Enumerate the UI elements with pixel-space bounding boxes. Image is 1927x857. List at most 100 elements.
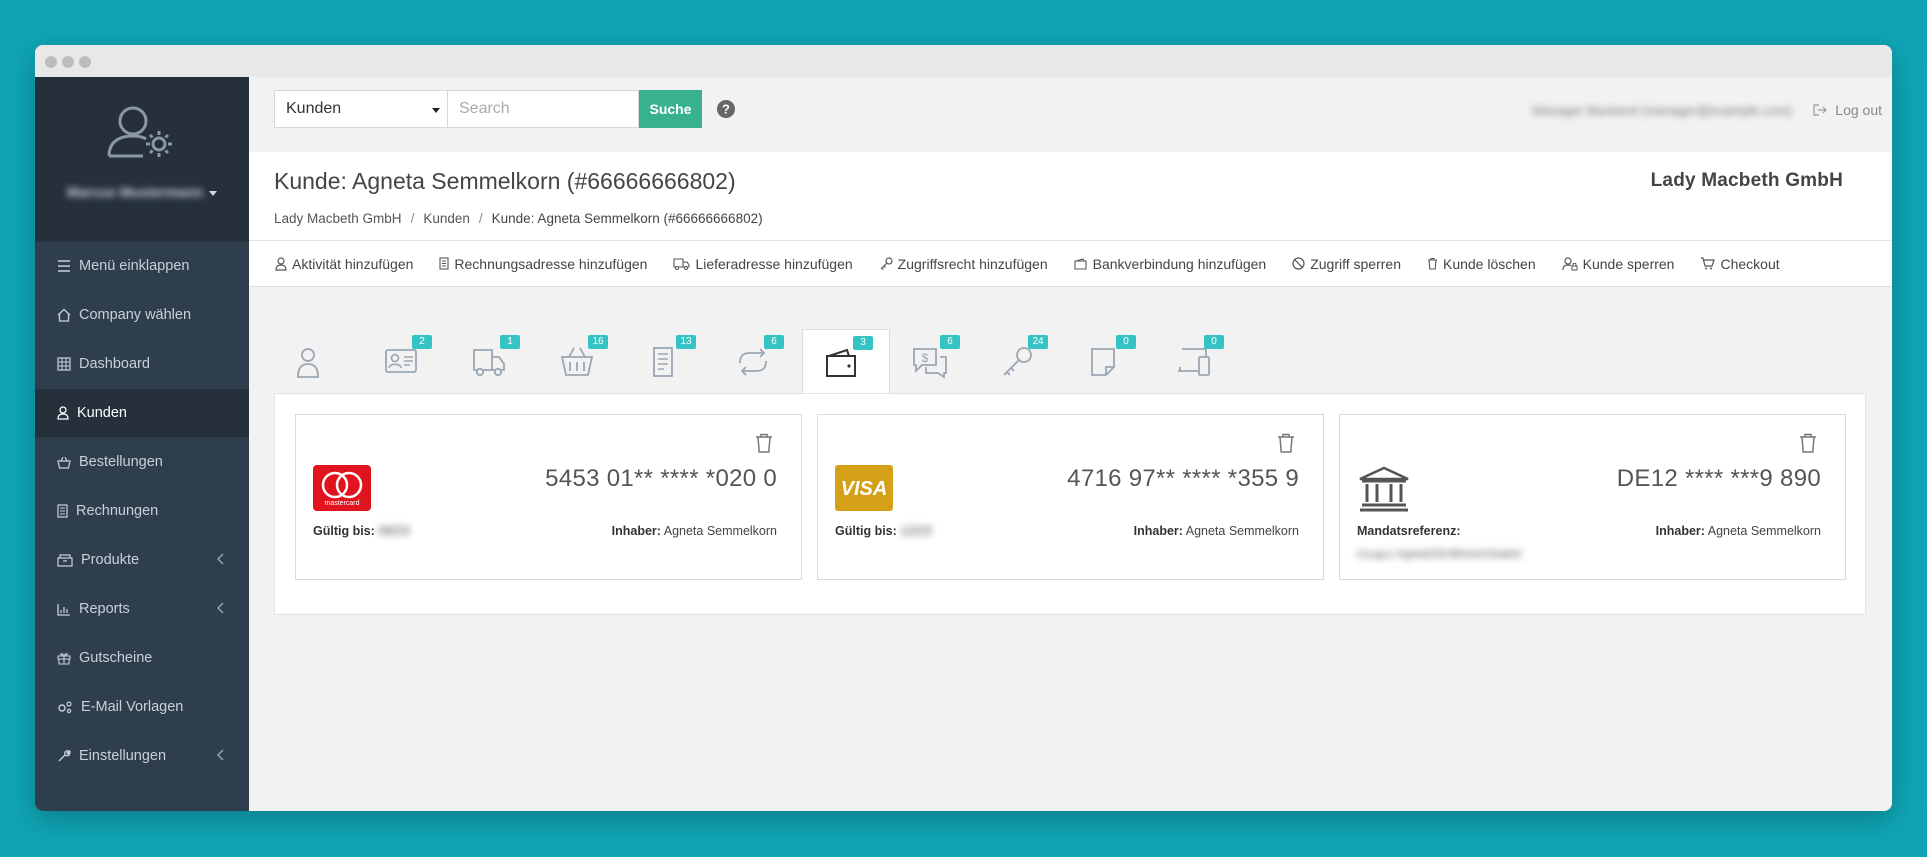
sidebar-item-rechnungen[interactable]: Rechnungen: [35, 487, 249, 535]
logout-link[interactable]: Log out: [1813, 102, 1882, 118]
cogs-icon: [58, 701, 72, 714]
trash-icon[interactable]: [755, 433, 773, 453]
chevron-left-icon: [217, 749, 224, 761]
repeat-icon: [739, 348, 767, 376]
truck-icon: [473, 349, 505, 377]
checkout-button[interactable]: Checkout: [1700, 256, 1780, 272]
sidebar-item-kunden[interactable]: Kunden: [35, 389, 249, 437]
tab-orders[interactable]: 16: [538, 329, 626, 393]
window-minimize-dot[interactable]: [62, 56, 74, 68]
payment-card-visa: 4716 97** **** *355 9 VISA Gültig bis: 1…: [817, 414, 1324, 580]
sidebar-item-label: Einstellungen: [79, 748, 167, 764]
sidebar-user-dropdown[interactable]: Marcus Mustermann: [35, 184, 249, 200]
add-access-right-button[interactable]: Zugriffsrecht hinzufügen: [879, 256, 1048, 272]
tab-subscriptions[interactable]: 6: [714, 329, 802, 393]
tab-access-rights[interactable]: 24: [978, 329, 1066, 393]
svg-text:$: $: [922, 351, 929, 365]
svg-text:?: ?: [722, 102, 730, 117]
tab-shipping-addresses[interactable]: 1: [450, 329, 538, 393]
window-close-dot[interactable]: [45, 56, 57, 68]
visa-logo-icon: VISA: [835, 465, 893, 511]
sidebar-item-label: Kunden: [77, 405, 127, 421]
visa-logo-text: VISA: [841, 478, 888, 500]
tab-invoices[interactable]: 13: [626, 329, 714, 393]
sidebar-item-gutscheine[interactable]: Gutscheine: [35, 634, 249, 682]
breadcrumb-separator: /: [478, 211, 483, 226]
sidebar-item-bestellungen[interactable]: Bestellungen: [35, 438, 249, 486]
breadcrumb-item-company[interactable]: Lady Macbeth GmbH: [274, 211, 402, 226]
page-title: Kunde: Agneta Semmelkorn (#66666666802): [274, 168, 736, 194]
help-icon[interactable]: ?: [716, 99, 736, 119]
sidebar-item-label: Reports: [79, 601, 130, 617]
tab-badge: 0: [1116, 335, 1136, 349]
search-input[interactable]: [447, 90, 639, 128]
tab-credits[interactable]: $ 6: [890, 329, 978, 393]
user-settings-icon: [107, 106, 172, 158]
action-label: Zugriffsrecht hinzufügen: [897, 255, 1048, 272]
search-scope-select[interactable]: Kunden: [274, 90, 448, 128]
add-activity-button[interactable]: Aktivität hinzufügen: [275, 256, 413, 272]
tab-badge: 24: [1028, 335, 1048, 349]
payment-methods-panel: 5453 01** **** *020 0 mastercard Gültig …: [274, 393, 1866, 615]
tab-badge: 6: [940, 335, 960, 349]
holder-label: Inhaber:: [1133, 524, 1183, 538]
tab-badge: 0: [1204, 335, 1224, 349]
trash-icon[interactable]: [1277, 433, 1295, 453]
tab-billing-addresses[interactable]: 2: [362, 329, 450, 393]
sidebar-item-label: Gutscheine: [79, 650, 153, 666]
top-bar: Kunden Suche ? Manager Backend (manager@…: [249, 77, 1892, 152]
sidebar-item-email-vorlagen[interactable]: E-Mail Vorlagen: [35, 683, 249, 731]
caret-down-icon: [432, 108, 440, 113]
mastercard-logo-icon: mastercard: [313, 465, 371, 511]
add-billing-address-button[interactable]: Rechnungsadresse hinzufügen: [439, 256, 647, 272]
trash-icon[interactable]: [1799, 433, 1817, 453]
truck-icon: [673, 258, 690, 270]
ban-icon: [1292, 257, 1305, 270]
id-card-icon: [385, 349, 417, 373]
sidebar-item-produkte[interactable]: Produkte: [35, 536, 249, 584]
card-holder: Inhaber: Agneta Semmelkorn: [612, 524, 777, 538]
sidebar-item-label: Bestellungen: [79, 454, 163, 470]
sidebar-item-dashboard[interactable]: Dashboard: [35, 340, 249, 388]
breadcrumb-item-kunden[interactable]: Kunden: [423, 211, 470, 226]
delete-customer-button[interactable]: Kunde löschen: [1427, 256, 1536, 272]
note-icon: [1091, 348, 1115, 376]
tab-devices[interactable]: 0: [1154, 329, 1242, 393]
sidebar-item-einstellungen[interactable]: Einstellungen: [35, 732, 249, 780]
add-shipping-address-button[interactable]: Lieferadresse hinzufügen: [673, 256, 853, 272]
card-holder: Inhaber: Agneta Semmelkorn: [1134, 524, 1299, 538]
document-icon: [57, 504, 68, 518]
browser-window: Marcus Mustermann Menü einklappen Compan…: [35, 45, 1892, 811]
chevron-down-icon: [209, 190, 218, 196]
expiry-label: Gültig bis:: [313, 524, 375, 538]
sidebar-item-company[interactable]: Company wählen: [35, 291, 249, 339]
tab-profile[interactable]: [274, 329, 362, 393]
lock-customer-button[interactable]: Kunde sperren: [1562, 256, 1674, 272]
bank-icon: [1359, 466, 1409, 512]
chevron-left-icon: [217, 602, 224, 614]
sidebar-item-reports[interactable]: Reports: [35, 585, 249, 633]
holder-label: Inhaber:: [1655, 524, 1705, 538]
gift-icon: [57, 653, 71, 665]
user-activity-icon: [275, 256, 287, 271]
add-bank-account-button[interactable]: Bankverbindung hinzufügen: [1074, 256, 1266, 272]
key-icon: [880, 256, 893, 270]
holder-label: Inhaber:: [611, 524, 661, 538]
window-maximize-dot[interactable]: [79, 56, 91, 68]
sidebar-item-collapse[interactable]: Menü einklappen: [35, 242, 249, 290]
card-expiry: Gültig bis: 09/23: [313, 524, 410, 538]
block-access-button[interactable]: Zugriff sperren: [1292, 256, 1401, 272]
expiry-value: 09/23: [378, 524, 410, 538]
tab-notes[interactable]: 0: [1066, 329, 1154, 393]
search-button[interactable]: Suche: [639, 90, 702, 128]
breadcrumb: Lady Macbeth GmbH / Kunden / Kunde: Agneta S…: [274, 211, 763, 226]
chevron-left-icon: [217, 553, 224, 565]
window-titlebar: [35, 45, 1892, 77]
tab-payment-methods[interactable]: 3: [802, 329, 890, 395]
home-icon: [57, 308, 71, 322]
sidebar-item-label: E-Mail Vorlagen: [81, 699, 184, 715]
tab-badge: 13: [676, 335, 696, 349]
grid-icon: [57, 357, 71, 371]
document-icon: [439, 257, 449, 270]
card-number: 4716 97** **** *355 9: [1067, 465, 1299, 492]
